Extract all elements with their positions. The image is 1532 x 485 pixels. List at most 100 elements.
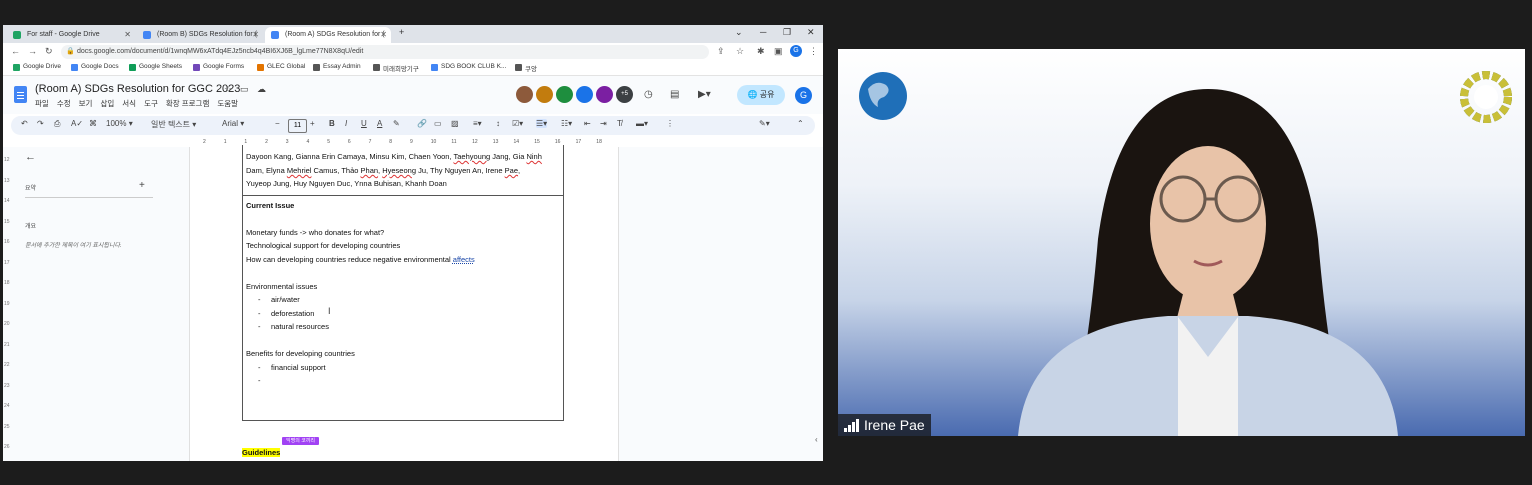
share-page-icon[interactable]: ⇪ bbox=[717, 46, 725, 57]
spellcheck-icon[interactable]: A✓ bbox=[71, 119, 83, 128]
menu-item[interactable]: 도움말 bbox=[217, 99, 238, 108]
bookmark-item[interactable]: 미래희망기구 bbox=[373, 63, 419, 73]
redo-icon[interactable]: ↷ bbox=[37, 119, 44, 128]
tab-search-icon[interactable]: ⌄ bbox=[735, 27, 743, 38]
bulleted-list-icon[interactable]: ☰▾ bbox=[536, 119, 548, 128]
bookmark-item[interactable]: 쿠앙 bbox=[515, 63, 537, 73]
bookmark-item[interactable]: GLEC Global bbox=[257, 63, 305, 71]
collaborator-avatar[interactable] bbox=[556, 86, 573, 103]
style-select[interactable]: 일반 텍스트 ▾ bbox=[151, 119, 196, 130]
comment-icon[interactable]: ▭ bbox=[434, 119, 442, 128]
menu-item[interactable]: 서식 bbox=[122, 99, 136, 108]
increase-font-icon[interactable]: + bbox=[310, 119, 315, 128]
more-options-icon[interactable]: ⋮ bbox=[666, 119, 674, 128]
more-collaborators-badge[interactable]: +5 bbox=[616, 86, 633, 103]
decrease-font-icon[interactable]: − bbox=[275, 119, 280, 128]
paint-format-icon[interactable]: ⌘ bbox=[89, 119, 97, 128]
close-window-icon[interactable]: ✕ bbox=[807, 27, 815, 38]
highlight-icon[interactable]: ✎ bbox=[393, 119, 400, 128]
bookmark-star-icon[interactable]: ☆ bbox=[736, 46, 744, 57]
menu-item[interactable]: 수정 bbox=[57, 99, 71, 108]
restore-icon[interactable]: ❐ bbox=[783, 27, 791, 38]
tab-label: (Room A) SDGs Resolution for ( bbox=[285, 31, 385, 38]
menu-item[interactable]: 도구 bbox=[144, 99, 158, 108]
back-arrow-icon[interactable]: ← bbox=[25, 151, 36, 163]
tab-google-drive[interactable]: For staff - Google Drive ✕ bbox=[7, 27, 135, 43]
menu-item[interactable]: 삽입 bbox=[100, 99, 114, 108]
ruler-tick-label: 26 bbox=[4, 444, 10, 450]
close-icon[interactable]: ✕ bbox=[380, 27, 387, 43]
close-icon[interactable]: ✕ bbox=[252, 27, 259, 43]
collaborator-avatar[interactable] bbox=[516, 86, 533, 103]
reload-icon[interactable]: ↻ bbox=[45, 46, 53, 57]
issue-line: How can developing countries reduce nega… bbox=[246, 255, 475, 264]
misspelled-word[interactable]: Taehyoung bbox=[453, 152, 490, 161]
font-select[interactable]: Arial ▾ bbox=[222, 119, 244, 128]
hide-menus-icon[interactable]: ⌃ bbox=[797, 119, 804, 128]
misspelled-word[interactable]: Hyeseong bbox=[382, 166, 416, 175]
underline-icon[interactable]: U bbox=[361, 119, 367, 128]
print-icon[interactable]: ⎙ bbox=[54, 119, 60, 129]
new-tab-button[interactable]: + bbox=[399, 27, 404, 37]
italic-icon[interactable]: I bbox=[345, 119, 347, 128]
clear-formatting-icon[interactable]: T̸ bbox=[617, 119, 622, 128]
forward-icon[interactable]: → bbox=[28, 46, 37, 56]
user-avatar[interactable]: G bbox=[795, 87, 812, 104]
tab-room-a[interactable]: (Room A) SDGs Resolution for ( ✕ bbox=[265, 27, 391, 43]
docs-icon bbox=[143, 31, 151, 39]
add-summary-icon[interactable]: + bbox=[139, 180, 145, 191]
extensions-icon[interactable]: ✱ bbox=[757, 46, 765, 57]
star-icon[interactable]: ☆ bbox=[224, 84, 232, 95]
meet-icon[interactable]: ▶▾ bbox=[698, 89, 711, 100]
bookmark-item[interactable]: Google Docs bbox=[71, 63, 119, 71]
menu-item[interactable]: 확장 프로그램 bbox=[166, 99, 209, 108]
bold-icon[interactable]: B bbox=[329, 119, 335, 128]
numbered-list-icon[interactable]: ☷▾ bbox=[561, 119, 572, 128]
cloud-status-icon[interactable]: ☁ bbox=[257, 84, 266, 95]
bookmark-item[interactable]: SDG BOOK CLUB K... bbox=[431, 63, 506, 71]
side-panel-icon[interactable]: ▣ bbox=[774, 46, 783, 57]
version-history-icon[interactable]: ◷ bbox=[644, 89, 653, 100]
increase-indent-icon[interactable]: ⇥ bbox=[600, 119, 607, 128]
decrease-indent-icon[interactable]: ⇤ bbox=[584, 119, 591, 128]
bookmark-item[interactable]: Essay Admin bbox=[313, 63, 361, 71]
bookmark-item[interactable]: Google Sheets bbox=[129, 63, 182, 71]
bookmark-item[interactable]: Google Drive bbox=[13, 63, 61, 71]
menu-item[interactable]: 파일 bbox=[35, 99, 49, 108]
checklist-icon[interactable]: ☑▾ bbox=[512, 119, 523, 128]
url-input[interactable]: 🔒 docs.google.com/document/d/1wnqMW6xATd… bbox=[61, 45, 709, 59]
close-icon[interactable]: ✕ bbox=[124, 27, 131, 43]
link-icon[interactable]: 🔗 bbox=[417, 119, 427, 128]
share-button[interactable]: 🌐 공유 bbox=[737, 85, 785, 105]
document-page[interactable]: Dayoon Kang, Gianna Erin Camaya, Minsu K… bbox=[189, 145, 619, 461]
menu-item[interactable]: 보기 bbox=[79, 99, 93, 108]
move-folder-icon[interactable]: ▭ bbox=[240, 84, 249, 95]
document-title[interactable]: (Room A) SDGs Resolution for GGC 2023 bbox=[35, 83, 240, 95]
font-size-input[interactable]: 11 bbox=[288, 119, 307, 133]
tab-room-b[interactable]: (Room B) SDGs Resolution for ( ✕ bbox=[137, 27, 263, 43]
misspelled-word[interactable]: Mehriel bbox=[287, 166, 312, 175]
image-icon[interactable]: ▨ bbox=[451, 119, 459, 128]
align-icon[interactable]: ≡▾ bbox=[473, 119, 482, 128]
collaborator-avatar[interactable] bbox=[596, 86, 613, 103]
profile-avatar[interactable]: G bbox=[790, 45, 802, 57]
line-spacing-icon[interactable]: ↕ bbox=[496, 119, 500, 128]
undo-icon[interactable]: ↶ bbox=[21, 119, 28, 128]
collaborator-avatar[interactable] bbox=[576, 86, 593, 103]
bookmark-item[interactable]: Google Forms bbox=[193, 63, 244, 71]
misspelled-word[interactable]: Pae bbox=[505, 166, 518, 175]
misspelled-word[interactable]: Ninh bbox=[526, 152, 541, 161]
suggested-word[interactable]: affects bbox=[453, 255, 475, 264]
editing-mode-icon[interactable]: ✎▾ bbox=[759, 119, 770, 128]
comments-icon[interactable]: ▤ bbox=[670, 89, 679, 100]
collaborator-avatar[interactable] bbox=[536, 86, 553, 103]
minimize-icon[interactable]: ─ bbox=[760, 27, 766, 37]
browser-menu-icon[interactable]: ⋮ bbox=[809, 46, 818, 57]
border-color-icon[interactable]: ▬▾ bbox=[636, 119, 648, 128]
zoom-select[interactable]: 100% ▾ bbox=[106, 119, 133, 128]
text-color-icon[interactable]: A bbox=[377, 119, 382, 128]
misspelled-word[interactable]: Phan bbox=[361, 166, 379, 175]
docs-logo-icon[interactable] bbox=[14, 86, 27, 103]
back-icon[interactable]: ← bbox=[11, 46, 20, 56]
chevron-left-icon[interactable]: ‹ bbox=[815, 435, 823, 455]
